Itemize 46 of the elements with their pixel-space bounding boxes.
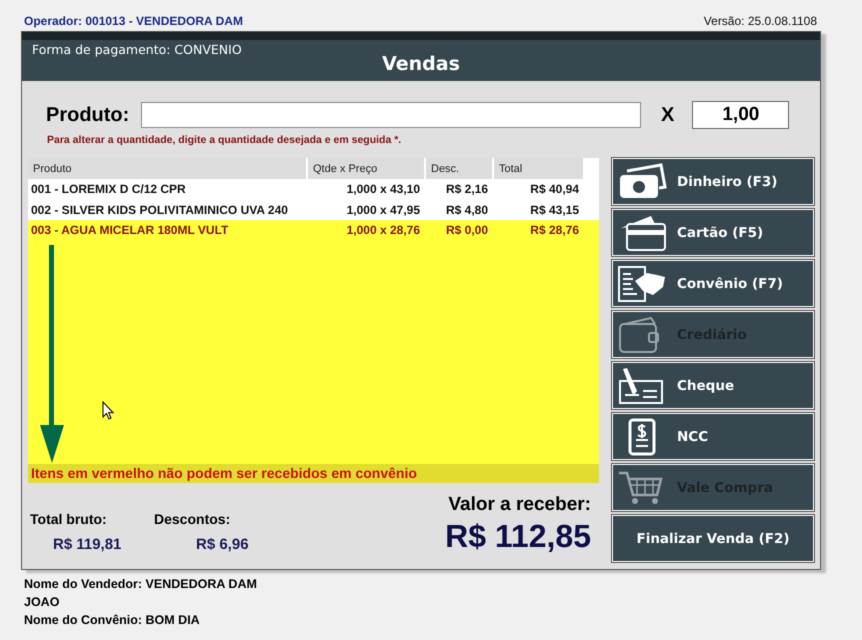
column-header: Desc. [426,158,492,179]
footer-text: Nome do Convênio: BOM DIA [24,613,201,629]
footer-text: Nome do Vendedor: VENDEDORA DAM [24,577,258,593]
table-cell-text: R$ 43,15 [529,202,580,217]
table-row[interactable]: 001 - LOREMIX D C/12 CPR 1,000 x 43,10 R$ 2,16 R$ 40,94 [28,179,599,200]
table-cell-text: 002 - SILVER KIDS POLIVITAMINICO UVA 240 [30,202,289,217]
hint-text: Para alterar a quantidade, digite a quantidade desejada e em seguida *. [47,134,402,146]
payment-method-button[interactable]: Dinheiro (F3) [612,158,814,205]
table-cell-text: 1,000 x 47,95 [346,202,421,217]
column-header: Qtde x Preço [308,158,424,179]
table-cell-text: 003 - AGUA MICELAR 180ML VULT [30,223,230,238]
banknote-icon [617,162,667,200]
table-cell-text: R$ 4,80 [444,202,489,217]
warning-text: Itens em vermelho não podem ser recebidos em convênio [28,464,599,483]
table-cell-text: 001 - LOREMIX D C/12 CPR [30,182,187,196]
footer-text: JOAO [24,595,60,611]
table-cell-text: R$ 2,16 [444,182,489,196]
down-arrow-icon [39,245,65,463]
table-cell-text: R$ 40,94 [529,182,580,196]
times-label: X [661,104,674,126]
discount-label: Descontos: [154,511,232,527]
gross-total-value: R$ 119,81 [52,536,122,553]
payment-method-button[interactable]: Convênio (F7) [612,260,814,307]
amount-due-label: Valor a receber: [448,494,591,516]
table-cell-text: 1,000 x 43,10 [346,182,421,196]
amount-due-value: R$ 112,85 [445,518,591,555]
quantity-field[interactable]: 1,00 [692,101,790,129]
version-label: Versão: 25.0.08.1108 [704,14,817,28]
table-row[interactable]: 002 - SILVER KIDS POLIVITAMINICO UVA 240 1,000 x 47,95 R$ 4,80 R$ 43,15 [28,200,599,220]
column-header: Produto [28,158,306,179]
payment-method-button[interactable]: Cartão (F5) [612,209,814,256]
discount-value: R$ 6,96 [195,536,250,553]
table-cell-text: R$ 0,00 [444,223,489,238]
payment-method-button[interactable]: Cheque [612,362,814,409]
table-cell-text: 1,000 x 28,76 [346,223,421,238]
window-title: Vendas [382,53,460,75]
finish-sale-button[interactable]: Finalizar Venda (F2) [612,515,814,562]
gross-total-label: Total bruto: [30,511,108,527]
column-header: Total [494,158,583,179]
product-field[interactable] [141,102,641,128]
payment-form-label: Forma de pagamento: CONVENIO [32,41,243,57]
payment-method-button[interactable]: NCC [612,413,814,460]
product-label: Produto: [46,104,130,126]
cursor-icon [102,401,114,420]
operator-label: Operador: 001013 - VENDEDORA DAM [24,14,243,28]
table-cell-text: R$ 28,76 [529,223,580,238]
